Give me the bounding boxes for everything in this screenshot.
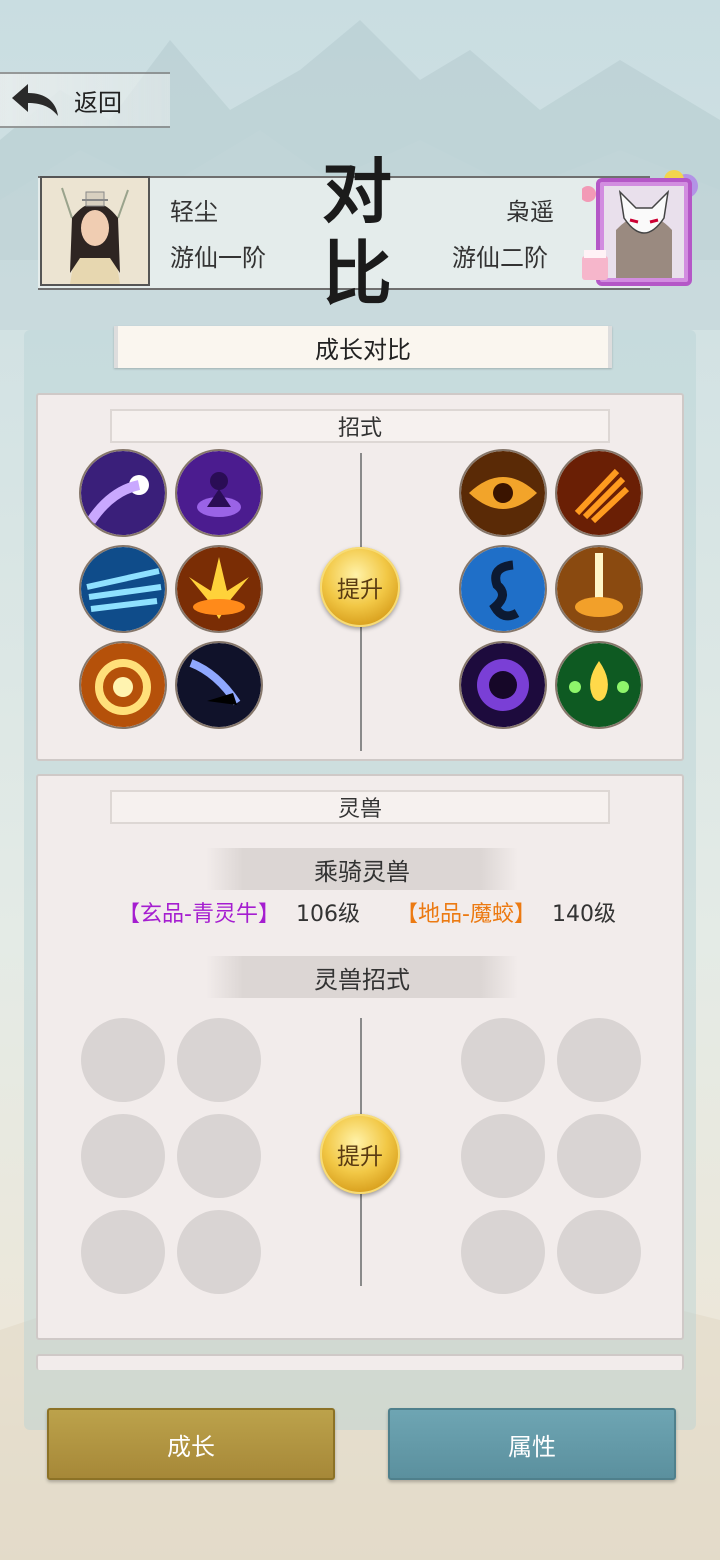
fire-claw-icon[interactable] (557, 451, 641, 535)
back-arrow-icon (12, 84, 58, 116)
left-mount-name: 【玄品-青灵牛】 (118, 902, 280, 927)
back-button[interactable]: 返回 (0, 72, 170, 128)
left-player-avatar[interactable] (40, 176, 150, 286)
fire-vortex-icon[interactable] (81, 643, 165, 727)
fox-mask-portrait-icon (580, 170, 698, 286)
empty-skill-slot[interactable] (177, 1018, 261, 1102)
fire-eye-icon[interactable] (461, 451, 545, 535)
section-header: 成长对比 (114, 326, 612, 368)
empty-skill-slot[interactable] (81, 1018, 165, 1102)
shadow-strike-icon[interactable] (177, 643, 261, 727)
empty-skill-slot[interactable] (461, 1210, 545, 1294)
empty-skill-slot[interactable] (557, 1114, 641, 1198)
beast-upgrade-button[interactable]: 提升 (320, 1114, 400, 1194)
green-flame-icon[interactable] (557, 643, 641, 727)
fire-pillar-icon[interactable] (557, 547, 641, 631)
empty-skill-slot[interactable] (81, 1114, 165, 1198)
beast-skills-header: 灵兽招式 (206, 956, 518, 998)
empty-skill-slot[interactable] (177, 1114, 261, 1198)
purple-comet-icon[interactable] (81, 451, 165, 535)
growth-tab-button[interactable]: 成长 (47, 1408, 335, 1480)
beast-card: 灵兽 乘骑灵兽 【玄品-青灵牛】 106级 【地品-魔蛟】 140级 灵兽招式 … (36, 774, 684, 1340)
right-mount-level: 140级 (552, 902, 616, 927)
dark-orb-icon[interactable] (461, 643, 545, 727)
empty-skill-slot[interactable] (81, 1210, 165, 1294)
male-cultivator-portrait-icon (42, 178, 148, 284)
empty-skill-slot[interactable] (461, 1114, 545, 1198)
back-label: 返回 (74, 88, 122, 117)
right-player-rank: 游仙二阶 (452, 244, 548, 272)
attributes-tab-button[interactable]: 属性 (388, 1408, 676, 1480)
right-mount-name: 【地品-魔蛟】 (396, 902, 536, 927)
left-player-rank: 游仙一阶 (170, 244, 266, 272)
skills-card: 招式 提升 (36, 393, 684, 761)
empty-skill-slot[interactable] (557, 1018, 641, 1102)
empty-skill-slot[interactable] (557, 1210, 641, 1294)
right-player-name: 枭遥 (506, 198, 554, 226)
beast-card-title: 灵兽 (110, 790, 610, 824)
purple-meditation-icon[interactable] (177, 451, 261, 535)
empty-skill-slot[interactable] (177, 1210, 261, 1294)
mount-header: 乘骑灵兽 (206, 848, 518, 890)
next-card-peek (36, 1354, 684, 1370)
skills-upgrade-button[interactable]: 提升 (320, 547, 400, 627)
ice-slash-icon[interactable] (81, 547, 165, 631)
title-char-2: 比 (322, 232, 392, 315)
right-player-avatar[interactable] (580, 170, 698, 290)
left-player-name: 轻尘 (170, 198, 218, 226)
empty-skill-slot[interactable] (461, 1018, 545, 1102)
skills-card-title: 招式 (110, 409, 610, 443)
blue-dragon-icon[interactable] (461, 547, 545, 631)
fire-burst-icon[interactable] (177, 547, 261, 631)
left-mount-level: 106级 (296, 902, 360, 927)
